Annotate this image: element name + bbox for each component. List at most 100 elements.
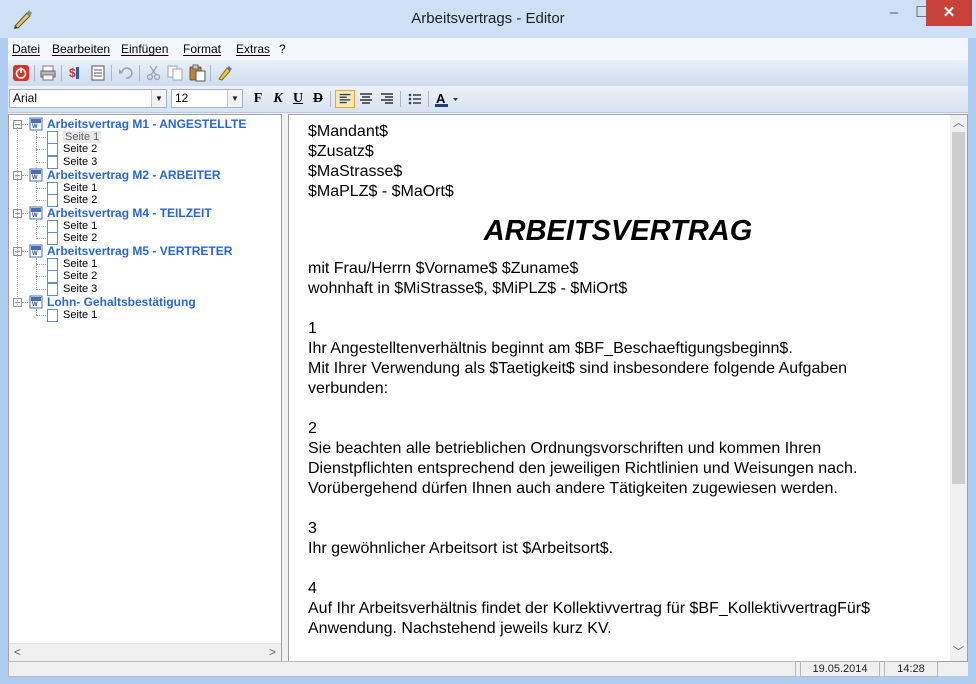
chevron-down-icon[interactable]: ▼: [151, 90, 166, 107]
undo-icon[interactable]: [117, 64, 135, 82]
align-center-icon[interactable]: [356, 90, 376, 108]
tree-connector: [36, 289, 46, 291]
font-size-select[interactable]: 12 ▼: [171, 89, 243, 108]
intro-line: mit Frau/Herrn $Vorname$ $Zuname$: [308, 260, 579, 277]
tree-connector: [36, 181, 37, 202]
italic-button[interactable]: K: [268, 90, 288, 108]
tree-connector: [36, 263, 46, 265]
section-line: Dienstpflichten entsprechend den jeweili…: [308, 460, 858, 477]
client-area: Datei Bearbeiten Einfügen Format Extras …: [8, 38, 968, 677]
document-content[interactable]: $Mandant$ $Zusatz$ $MaStrasse$ $MaPLZ$ -…: [308, 122, 928, 639]
toolbar-separator: [111, 65, 112, 81]
align-left-icon[interactable]: [335, 90, 355, 108]
bold-button[interactable]: F: [248, 90, 268, 108]
template-tree[interactable]: – W Arbeitsvertrag M1 - ANGESTELLTE Seite 1…: [8, 114, 282, 662]
tree-connector: [36, 225, 46, 227]
scroll-down-icon[interactable]: ﹀: [950, 644, 967, 661]
section-line: Anwendung. Nachstehend jeweils kurz KV.: [308, 620, 612, 637]
tree-connector: [36, 314, 46, 316]
tree-connector: [36, 162, 46, 164]
clear-format-icon[interactable]: [216, 64, 234, 82]
print-icon[interactable]: [39, 64, 57, 82]
menu-help[interactable]: ?: [279, 42, 286, 56]
section-number: 3: [308, 520, 317, 537]
cut-icon[interactable]: [145, 64, 163, 82]
document-properties-icon[interactable]: [89, 64, 107, 82]
toolbar-separator: [330, 91, 331, 107]
menu-datei[interactable]: Datei: [12, 42, 40, 56]
tree-connector: [36, 131, 37, 164]
toolbar-separator: [400, 91, 401, 107]
application-window: Arbeitsvertrags - Editor – ☐ ✕ Datei Bea…: [0, 0, 976, 684]
status-message: [8, 661, 796, 677]
tree-connector: [22, 174, 28, 176]
toolbar-separator: [34, 65, 35, 81]
section-number: 4: [308, 580, 317, 597]
scrollbar-thumb[interactable]: [952, 132, 965, 484]
document-heading: ARBEITSVERTRAG: [483, 215, 753, 247]
scroll-left-icon[interactable]: <: [9, 644, 26, 661]
menu-bar: Datei Bearbeiten Einfügen Format Extras …: [8, 38, 968, 60]
menu-extras[interactable]: Extras: [236, 42, 270, 56]
tree-connector: [36, 200, 46, 202]
tree-page-item[interactable]: Seite 1: [9, 308, 281, 324]
tree-page-label[interactable]: Seite 3: [63, 283, 97, 295]
tree-connector: [17, 127, 18, 305]
tree-page-label[interactable]: Seite 2: [63, 194, 97, 206]
tree-page-label[interactable]: Seite 2: [63, 143, 97, 155]
tree-connector: [36, 308, 37, 316]
main-toolbar: $: [8, 60, 968, 87]
scroll-up-icon[interactable]: ︿: [950, 115, 967, 132]
tree-page-label[interactable]: Seite 1: [63, 182, 97, 194]
menu-format[interactable]: Format: [183, 42, 221, 56]
tree-page-label[interactable]: Seite 3: [63, 156, 97, 168]
font-color-icon[interactable]: A: [433, 90, 461, 108]
font-family-value: Arial: [13, 91, 38, 105]
tree-horizontal-scrollbar[interactable]: < >: [9, 643, 281, 661]
copy-icon[interactable]: [166, 64, 184, 82]
intro-line: wohnhaft in $MiStrasse$, $MiPLZ$ - $MiOr…: [308, 280, 628, 297]
tree-page-label[interactable]: Seite 1: [63, 258, 97, 270]
address-line: $Mandant$: [308, 123, 389, 140]
tree-connector: [36, 258, 37, 291]
chevron-down-icon[interactable]: ▼: [227, 90, 242, 107]
tree-connector: [22, 212, 28, 214]
section-number: 1: [308, 320, 317, 337]
editor-vertical-scrollbar[interactable]: ︿ ﹀: [950, 115, 967, 661]
minimize-button[interactable]: –: [879, 0, 909, 26]
document-editor[interactable]: $Mandant$ $Zusatz$ $MaStrasse$ $MaPLZ$ -…: [288, 114, 968, 662]
align-right-icon[interactable]: [377, 90, 397, 108]
bullet-list-icon[interactable]: [405, 90, 425, 108]
paste-icon[interactable]: [188, 64, 206, 82]
window-title: Arbeitsvertrags - Editor: [411, 10, 565, 27]
section-number: 2: [308, 420, 317, 437]
scroll-right-icon[interactable]: >: [264, 644, 281, 661]
tree-page-label[interactable]: Seite 1: [63, 220, 97, 232]
tree-connector: [36, 238, 46, 240]
exit-icon[interactable]: [12, 64, 30, 82]
section-line: verbunden:: [308, 380, 389, 397]
insert-field-icon[interactable]: $: [67, 64, 85, 82]
font-size-value: 12: [175, 91, 189, 105]
menu-einfuegen[interactable]: Einfügen: [121, 42, 168, 56]
tree-page-label[interactable]: Seite 2: [63, 270, 97, 282]
status-date: 19.05.2014: [800, 661, 880, 677]
tree-connector: [36, 149, 46, 151]
title-bar[interactable]: Arbeitsvertrags - Editor – ☐ ✕: [0, 0, 976, 38]
menu-bearbeiten[interactable]: Bearbeiten: [52, 42, 110, 56]
tree-page-label[interactable]: Seite 2: [63, 232, 97, 244]
tree-connector: [36, 136, 46, 138]
section-line: Ihr gewöhnlicher Arbeitsort ist $Arbeits…: [308, 540, 614, 557]
close-button[interactable]: ✕: [926, 0, 972, 26]
format-toolbar: Arial ▼ 12 ▼ F K U D A: [8, 86, 968, 113]
address-line: $MaStrasse$: [308, 163, 403, 180]
status-time: 14:28: [884, 661, 938, 677]
strikethrough-button[interactable]: D: [308, 90, 328, 108]
font-family-select[interactable]: Arial ▼: [9, 89, 167, 108]
status-bar: 19.05.2014 14:28: [8, 661, 968, 677]
tree-page-label[interactable]: Seite 1: [63, 130, 102, 143]
tree-page-label[interactable]: Seite 1: [63, 309, 97, 321]
page-icon: [47, 308, 58, 322]
underline-button[interactable]: U: [288, 90, 308, 108]
svg-text:A: A: [436, 91, 446, 106]
